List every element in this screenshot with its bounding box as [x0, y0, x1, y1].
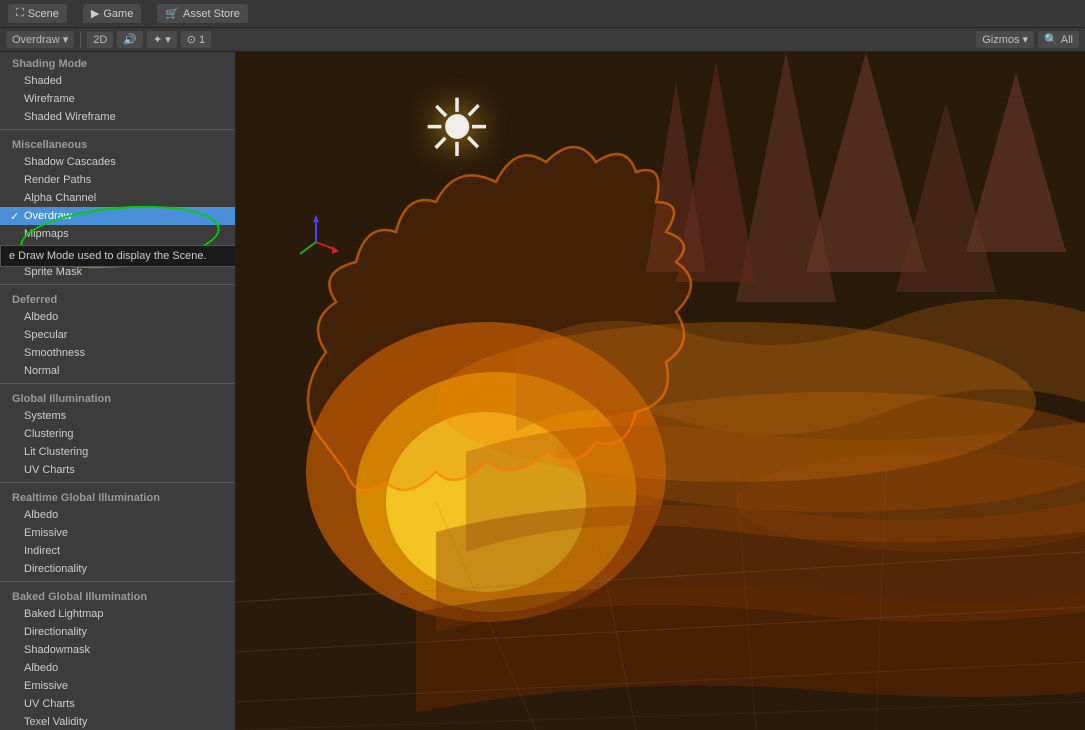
menu-item-mipmaps[interactable]: Mipmaps [0, 225, 235, 243]
menu-item-texel-validity[interactable]: Texel Validity [0, 713, 235, 730]
gizmos-dropdown[interactable]: Gizmos ▾ [976, 31, 1034, 48]
game-tab-label: Game [103, 8, 133, 20]
divider-1 [0, 129, 235, 130]
asset-store-tab-label: Asset Store [183, 8, 240, 20]
scene-toolbar: Overdraw ▾ 2D 🔊 ✦ ▾ ⊙ 1 Gizmos ▾ 🔍 All [0, 28, 1085, 52]
gizmos-label: Gizmos [982, 34, 1019, 46]
menu-item-rgi-indirect[interactable]: Indirect [0, 542, 235, 560]
divider-5 [0, 581, 235, 582]
counter-icon: ⊙ [187, 33, 196, 46]
menu-item-bgi-uv-charts[interactable]: UV Charts [0, 695, 235, 713]
menu-item-rgi-emissive[interactable]: Emissive [0, 524, 235, 542]
menu-item-shaded[interactable]: Shaded [0, 72, 235, 90]
separator-1 [80, 32, 81, 48]
tab-bar: ⛶ Scene ▶ Game 🛒 Asset Store [0, 0, 1085, 28]
menu-item-bgi-emissive[interactable]: Emissive [0, 677, 235, 695]
shading-mode-panel: Shading Mode Shaded Wireframe Shaded Wir… [0, 52, 236, 730]
audio-icon: 🔊 [123, 33, 137, 46]
menu-item-shaded-wireframe[interactable]: Shaded Wireframe [0, 108, 235, 126]
menu-item-lit-clustering[interactable]: Lit Clustering [0, 443, 235, 461]
menu-item-wireframe[interactable]: Wireframe [0, 90, 235, 108]
audio-button[interactable]: 🔊 [117, 31, 143, 48]
main-area: Shading Mode Shaded Wireframe Shaded Wir… [0, 52, 1085, 730]
menu-item-render-paths[interactable]: Render Paths [0, 171, 235, 189]
store-icon: 🛒 [165, 7, 179, 20]
deferred-header: Deferred [0, 288, 235, 308]
toolbar-right: Gizmos ▾ 🔍 All [976, 31, 1079, 48]
overdraw-tooltip: e Draw Mode used to display the Scene. [0, 245, 236, 267]
shading-mode-header: Shading Mode [0, 52, 235, 72]
menu-item-systems[interactable]: Systems [0, 407, 235, 425]
divider-4 [0, 482, 235, 483]
divider-2 [0, 284, 235, 285]
misc-header: Miscellaneous [0, 133, 235, 153]
scene-icon: ⛶ [16, 7, 24, 20]
search-placeholder: All [1061, 34, 1073, 46]
scene-viewport[interactable]: ☀ [236, 52, 1085, 730]
scene-background [236, 52, 1085, 730]
effects-icon: ✦ [153, 33, 162, 46]
tab-scene[interactable]: ⛶ Scene [8, 4, 67, 23]
menu-item-bgi-albedo[interactable]: Albedo [0, 659, 235, 677]
menu-item-gi-uv-charts[interactable]: UV Charts [0, 461, 235, 479]
sun-light-icon: ☀ [421, 82, 493, 175]
search-field[interactable]: 🔍 All [1038, 31, 1079, 48]
transform-gizmo [286, 212, 346, 272]
menu-item-rgi-albedo[interactable]: Albedo [0, 506, 235, 524]
menu-item-normal[interactable]: Normal [0, 362, 235, 380]
menu-item-specular[interactable]: Specular [0, 326, 235, 344]
counter-button[interactable]: ⊙ 1 [181, 31, 211, 48]
menu-item-shadow-cascades[interactable]: Shadow Cascades [0, 153, 235, 171]
game-icon: ▶ [91, 7, 99, 20]
effects-button[interactable]: ✦ ▾ [147, 31, 177, 48]
dropdown-arrow-icon: ▾ [63, 33, 69, 46]
menu-item-deferred-albedo[interactable]: Albedo [0, 308, 235, 326]
global-illumination-header: Global Illumination [0, 387, 235, 407]
menu-item-alpha-channel[interactable]: Alpha Channel [0, 189, 235, 207]
search-icon: 🔍 [1044, 33, 1058, 46]
draw-mode-dropdown[interactable]: Overdraw ▾ [6, 31, 74, 48]
menu-item-overdraw[interactable]: Overdraw [0, 207, 235, 225]
baked-gi-header: Baked Global Illumination [0, 585, 235, 605]
menu-item-smoothness[interactable]: Smoothness [0, 344, 235, 362]
divider-3 [0, 383, 235, 384]
realtime-gi-header: Realtime Global Illumination [0, 486, 235, 506]
2d-toggle[interactable]: 2D [87, 32, 113, 48]
scene-tab-label: Scene [28, 8, 59, 20]
effects-arrow: ▾ [165, 33, 171, 46]
tab-game[interactable]: ▶ Game [83, 4, 141, 23]
menu-item-clustering[interactable]: Clustering [0, 425, 235, 443]
menu-item-bgi-directionality[interactable]: Directionality [0, 623, 235, 641]
menu-item-rgi-directionality[interactable]: Directionality [0, 560, 235, 578]
gizmos-arrow-icon: ▾ [1023, 33, 1029, 46]
counter-label: 1 [199, 34, 205, 46]
menu-item-shadowmask[interactable]: Shadowmask [0, 641, 235, 659]
2d-label: 2D [93, 34, 107, 46]
tab-asset-store[interactable]: 🛒 Asset Store [157, 4, 248, 23]
draw-mode-label: Overdraw [12, 34, 60, 46]
menu-item-baked-lightmap[interactable]: Baked Lightmap [0, 605, 235, 623]
